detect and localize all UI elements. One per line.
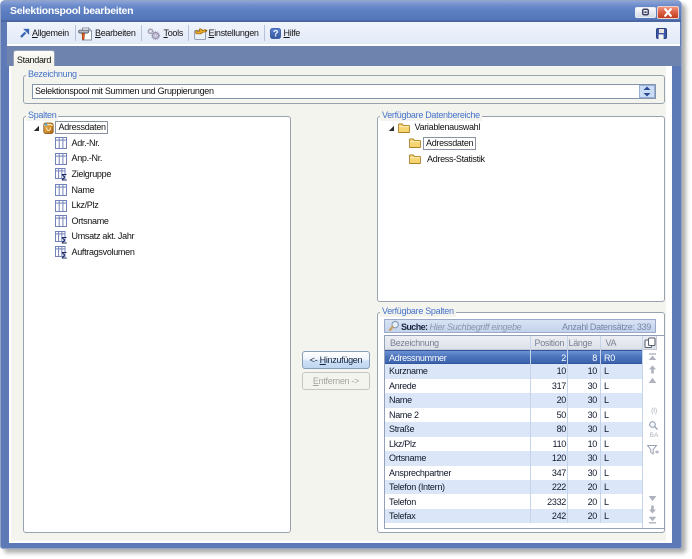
svg-text:Σ: Σ bbox=[61, 251, 67, 259]
svg-text:Σ: Σ bbox=[61, 173, 67, 181]
svg-text:Σ: Σ bbox=[61, 235, 67, 243]
svg-text:?: ? bbox=[273, 29, 278, 39]
